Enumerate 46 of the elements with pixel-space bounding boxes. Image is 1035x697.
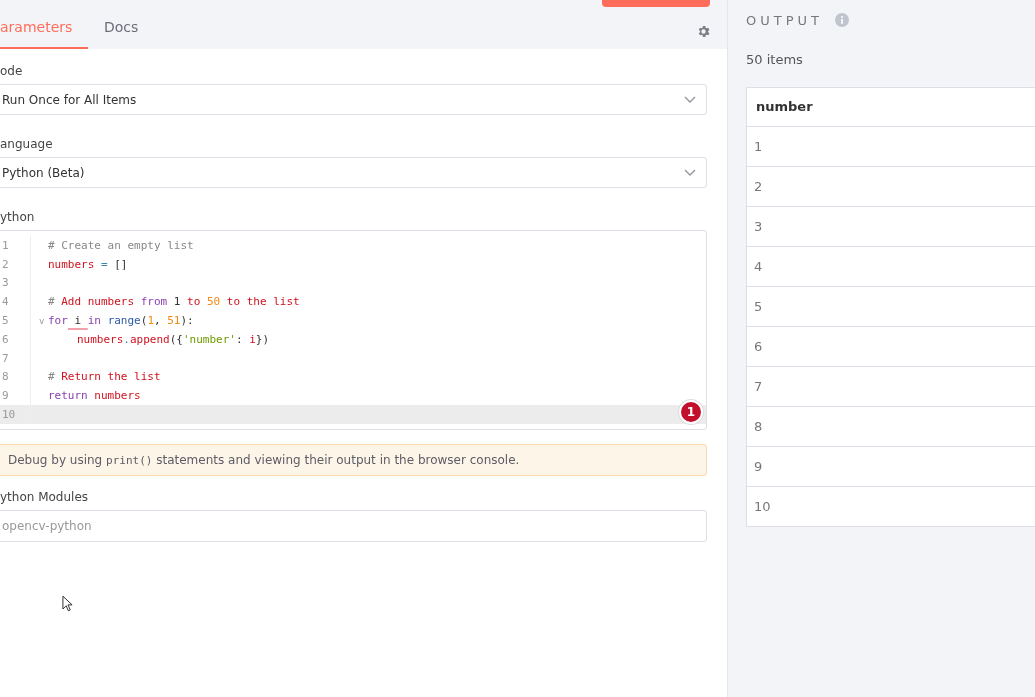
code-line: numbers.append({'number': i}) [76,332,270,346]
table-cell: 4 [747,247,1035,287]
code-line: numbers = [] [48,257,128,271]
line-number: 9 [1,389,10,403]
code-editor[interactable]: 1 # Create an empty list 2 numbers = [] 3 4 # Add numbers from 1 to 50 to the list 5 v for i in range(1, 51): 6 numbers.append({'number': i}) 7 8 # Return the list 9 return numbers 10 1 [0,230,707,430]
field-label: ode [0,64,23,78]
line-number: 7 [1,351,10,365]
line-number: 10 [1,408,17,422]
code-line: return numbers [48,389,141,403]
tab[interactable]: Docs [104,15,139,49]
line-number: 4 [1,295,10,309]
settings-icon[interactable] [696,24,711,39]
code-line: # Return the list [48,370,161,384]
table-cell: 3 [747,207,1035,247]
select-field[interactable]: Run Once for All Items [0,84,707,115]
chevron-icon [684,95,696,104]
line-number: 2 [1,257,10,271]
table-cell: 9 [747,447,1035,487]
table-cell: 10 [747,487,1035,526]
line-number: 3 [1,276,10,290]
mouse-pointer-icon [62,595,73,612]
table-cell: 5 [747,287,1035,327]
line-number: 6 [1,332,10,346]
info-icon[interactable] [835,13,849,27]
table-cell: 1 [747,127,1035,167]
column-header: number [747,88,1035,127]
field-label: ython [0,210,35,224]
debug-notice: Debug by using print() statements and viewing their output in the browser console. [0,443,707,476]
panel-title: OUTPUT [746,12,823,28]
error-count-badge: 1 [679,399,703,424]
line-number: 8 [1,370,10,384]
table-cell: 7 [747,367,1035,407]
line-number: 5 [1,314,10,328]
field-label: anguage [0,137,53,151]
table-cell: 8 [747,407,1035,447]
code-line: # Create an empty list [48,238,194,252]
table-cell: 6 [747,327,1035,367]
code-line: for i in range(1, 51): [48,314,194,328]
chevron-icon [684,168,696,177]
line-number: 1 [1,238,10,252]
item-count: 50 items [746,52,803,67]
code-line: # Add numbers from 1 to 50 to the list [48,295,300,309]
select-field[interactable]: Python (Beta) [0,157,707,188]
field-label: ython Modules [0,489,89,504]
table-cell: 2 [747,167,1035,207]
modules-input[interactable]: opencv-python [0,509,707,542]
